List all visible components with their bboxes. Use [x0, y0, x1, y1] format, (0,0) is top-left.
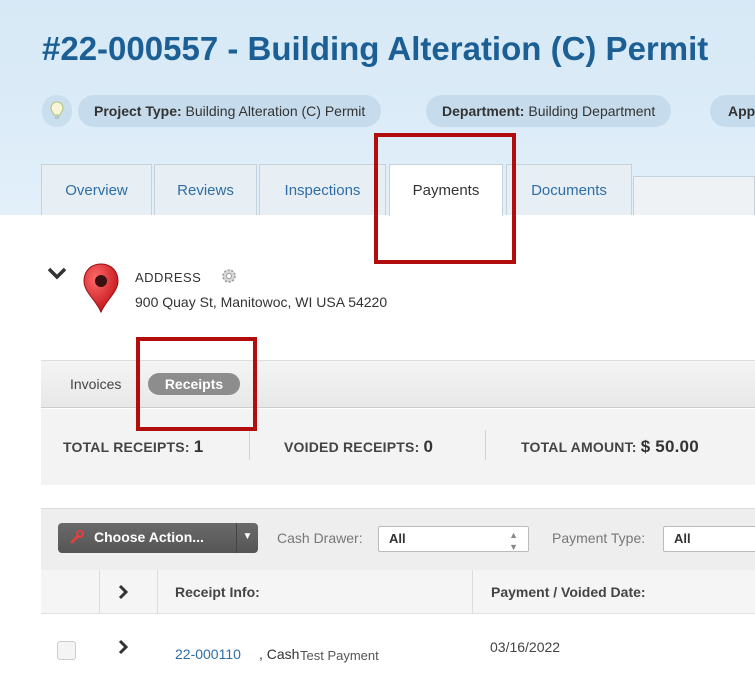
project-type-key: Project Type:: [94, 103, 182, 119]
totals-divider: [485, 430, 486, 460]
column-divider: [157, 570, 158, 614]
subtab-invoices[interactable]: Invoices: [70, 376, 121, 392]
address-value: 900 Quay St, Manitowoc, WI USA 54220: [135, 294, 388, 310]
address-label: ADDRESS: [135, 270, 202, 285]
map-pin-icon: [82, 262, 120, 319]
caret-down-icon[interactable]: ▼: [236, 523, 258, 553]
lightbulb-icon: [42, 95, 72, 127]
total-receipts-value: 1: [193, 437, 204, 456]
payment-type-select[interactable]: All: [663, 526, 755, 552]
department-value: Building Department: [524, 103, 656, 119]
receipts-table-header: [41, 570, 755, 614]
subtab-receipts[interactable]: Receipts: [148, 373, 240, 395]
cash-drawer-select[interactable]: All ▲ ▼: [378, 526, 529, 552]
total-receipts: TOTAL RECEIPTS: 1: [63, 437, 203, 457]
total-amount-value: $ 50.00: [640, 437, 699, 456]
total-amount-label: TOTAL AMOUNT:: [521, 439, 637, 455]
total-amount: TOTAL AMOUNT: $ 50.00: [521, 437, 699, 457]
column-divider: [472, 570, 473, 614]
voided-receipts-value: 0: [423, 437, 434, 456]
project-type-pill: Project Type: Building Alteration (C) Pe…: [78, 95, 382, 127]
voided-receipts: VOIDED RECEIPTS: 0: [284, 437, 433, 457]
column-receipt-info: Receipt Info:: [175, 584, 260, 600]
chevron-down-icon[interactable]: [47, 266, 67, 285]
payment-type-label: Payment Type:: [552, 530, 646, 546]
app-pill: App: [710, 95, 755, 127]
total-receipts-label: TOTAL RECEIPTS:: [63, 439, 190, 455]
app-key: App: [728, 103, 755, 119]
choose-action-label: Choose Action...: [94, 529, 204, 545]
chevron-right-icon[interactable]: [117, 584, 129, 605]
row-checkbox[interactable]: [57, 641, 76, 660]
tab-bar-filler: [633, 176, 755, 215]
tab-inspections[interactable]: Inspections: [259, 164, 386, 215]
column-divider: [99, 570, 100, 614]
cash-drawer-value: All: [389, 531, 406, 546]
wrench-icon: [70, 530, 84, 547]
cash-drawer-label: Cash Drawer:: [277, 530, 363, 546]
receipt-note: Test Payment: [300, 648, 379, 663]
project-type-value: Building Alteration (C) Permit: [181, 103, 366, 119]
chevron-right-icon[interactable]: [117, 639, 129, 660]
department-pill: Department: Building Department: [426, 95, 672, 127]
gear-icon[interactable]: [220, 267, 238, 290]
tab-documents[interactable]: Documents: [506, 164, 632, 215]
main-tabs: Overview Reviews Inspections Payments Do…: [41, 164, 755, 216]
payment-type-value: All: [674, 531, 691, 546]
choose-action-button[interactable]: Choose Action... ▼: [58, 523, 258, 553]
column-payment-voided-date: Payment / Voided Date:: [491, 584, 646, 600]
tab-overview[interactable]: Overview: [41, 164, 152, 215]
totals-divider: [249, 430, 250, 460]
voided-receipts-label: VOIDED RECEIPTS:: [284, 439, 420, 455]
select-arrows-icon: ▲ ▼: [509, 530, 518, 552]
receipt-date: 03/16/2022: [490, 639, 561, 655]
department-key: Department:: [442, 103, 525, 119]
tab-reviews[interactable]: Reviews: [154, 164, 257, 215]
page-title: #22-000557 - Building Alteration (C) Per…: [42, 30, 709, 67]
tab-payments[interactable]: Payments: [389, 164, 503, 216]
receipt-number-link[interactable]: 22-000110: [175, 646, 241, 662]
receipt-payment-method: , Cash: [259, 646, 300, 662]
